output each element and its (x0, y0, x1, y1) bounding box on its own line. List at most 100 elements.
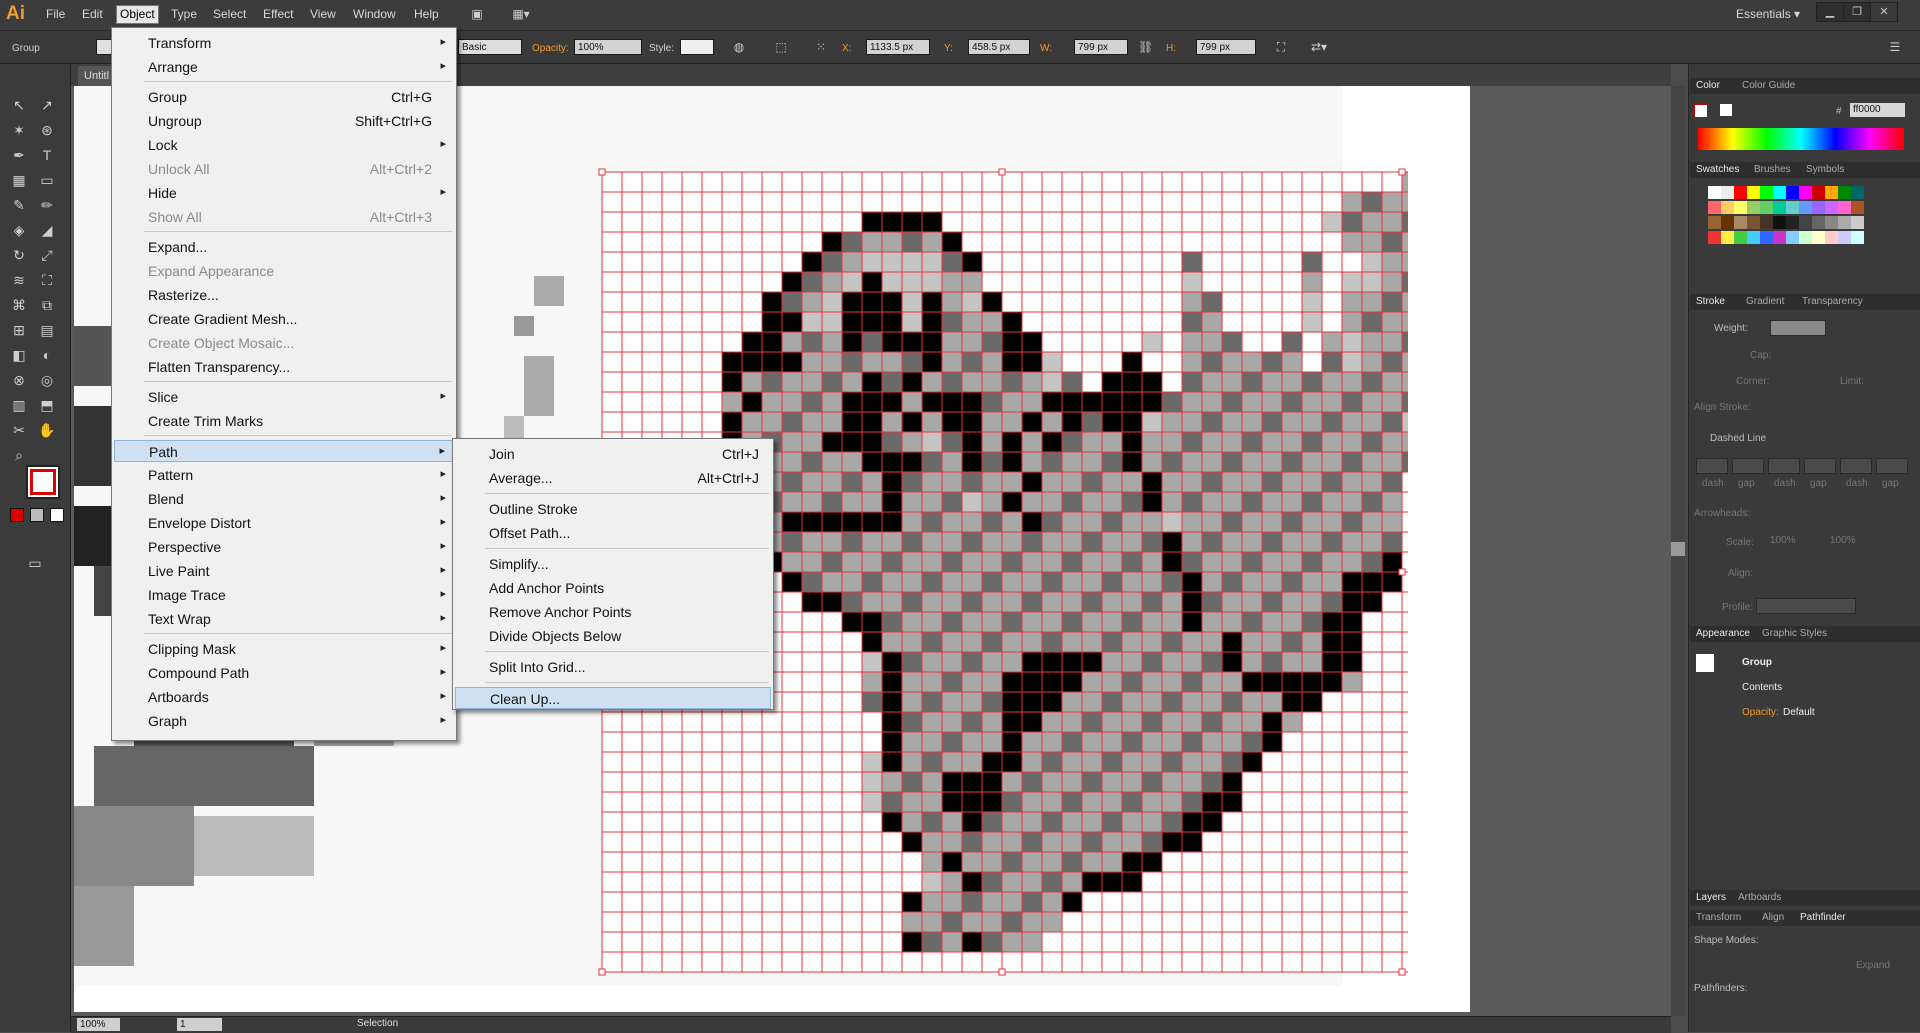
color-swatch[interactable] (1825, 186, 1838, 199)
object-menu-slice[interactable]: Slice ▸ (114, 386, 454, 408)
selection-handle[interactable] (598, 168, 606, 176)
color-swatch[interactable] (1851, 231, 1864, 244)
align-selection-icon[interactable]: ⬚ (774, 40, 788, 54)
artboard-tool-icon[interactable]: ⬒ (36, 394, 58, 416)
width-tool-icon[interactable]: ≋ (8, 269, 30, 291)
object-menu-path[interactable]: Path ▸ (114, 440, 454, 462)
object-menu-clipping-mask[interactable]: Clipping Mask ▸ (114, 638, 454, 660)
path-menu-join[interactable]: Join Ctrl+J (455, 443, 771, 465)
selection-handle[interactable] (1398, 168, 1406, 176)
menu-edit[interactable]: Edit (82, 7, 103, 21)
h-field[interactable]: 799 px (1196, 39, 1256, 55)
eyedropper-icon[interactable]: ◐ (36, 344, 58, 366)
slice-tool-icon[interactable]: ✂ (8, 419, 30, 441)
path-menu-divide-objects-below[interactable]: Divide Objects Below (455, 625, 771, 647)
object-menu-ungroup[interactable]: Ungroup Shift+Ctrl+G (114, 110, 454, 132)
color-swatch[interactable] (1838, 201, 1851, 214)
selection-handle[interactable] (998, 168, 1006, 176)
color-swatch[interactable] (1812, 216, 1825, 229)
symbol-sprayer-icon[interactable]: ◎ (36, 369, 58, 391)
dash-field[interactable] (1840, 458, 1872, 474)
color-swatch[interactable] (1825, 216, 1838, 229)
color-swatch[interactable] (1708, 186, 1721, 199)
live-paint-icon[interactable]: ⧉ (36, 294, 58, 316)
shape-builder-icon[interactable]: ⌘ (8, 294, 30, 316)
screen-mode-icon[interactable]: ▭ (24, 552, 46, 574)
paintbrush-icon[interactable]: ✎ (8, 194, 30, 216)
document-tab[interactable]: Untitl (78, 66, 116, 86)
object-menu-transform[interactable]: Transform ▸ (114, 32, 454, 54)
color-swatch[interactable] (1812, 186, 1825, 199)
blob-brush-icon[interactable]: ◈ (8, 219, 30, 241)
transform-icon[interactable]: ⛶ (1274, 40, 1288, 54)
color-swatch[interactable] (1773, 216, 1786, 229)
mesh-tool-icon[interactable]: ▤ (36, 319, 58, 341)
tab-appearance[interactable]: Appearance (1696, 628, 1750, 639)
object-menu-arrange[interactable]: Arrange ▸ (114, 56, 454, 78)
type-tool-icon[interactable]: T (36, 144, 58, 166)
color-swatch[interactable] (1812, 231, 1825, 244)
white-swatch[interactable] (1720, 104, 1732, 116)
weight-field[interactable] (1770, 320, 1826, 336)
menu-view[interactable]: View (310, 7, 336, 21)
color-swatch[interactable] (1799, 186, 1812, 199)
object-menu-envelope-distort[interactable]: Envelope Distort ▸ (114, 512, 454, 534)
object-menu-compound-path[interactable]: Compound Path ▸ (114, 662, 454, 684)
color-swatch[interactable] (1773, 231, 1786, 244)
opacity-field[interactable]: 100% (574, 39, 642, 55)
menu-effect[interactable]: Effect (263, 7, 293, 21)
scale-tool-icon[interactable]: ⤢ (36, 244, 58, 266)
tab-transform[interactable]: Transform (1696, 912, 1741, 923)
w-field[interactable]: 799 px (1074, 39, 1128, 55)
line-tool-icon[interactable]: ▦ (8, 169, 30, 191)
rotate-tool-icon[interactable]: ↻ (8, 244, 30, 266)
object-menu-image-trace[interactable]: Image Trace ▸ (114, 584, 454, 606)
dash-field[interactable] (1768, 458, 1800, 474)
color-swatch[interactable] (1708, 216, 1721, 229)
color-swatch[interactable] (1838, 186, 1851, 199)
color-swatch[interactable] (1773, 186, 1786, 199)
dash-field[interactable] (1876, 458, 1908, 474)
color-swatch[interactable] (1851, 186, 1864, 199)
selection-handle[interactable] (998, 968, 1006, 976)
scrollbar-thumb[interactable] (1671, 542, 1685, 556)
object-menu-expand[interactable]: Expand... (114, 236, 454, 258)
color-swatch[interactable] (1786, 186, 1799, 199)
color-swatch[interactable] (1760, 216, 1773, 229)
color-swatch[interactable] (1825, 201, 1838, 214)
color-swatch[interactable] (1760, 201, 1773, 214)
object-menu-unlock-all[interactable]: Unlock All Alt+Ctrl+2 (114, 158, 454, 180)
color-swatch[interactable] (1734, 231, 1747, 244)
tab-gradient[interactable]: Gradient (1746, 296, 1784, 307)
tab-layers[interactable]: Layers (1696, 892, 1726, 903)
color-swatch[interactable] (1838, 216, 1851, 229)
object-menu-create-gradient-mesh[interactable]: Create Gradient Mesh... (114, 308, 454, 330)
status-mode[interactable]: Selection (357, 1018, 398, 1029)
path-menu-outline-stroke[interactable]: Outline Stroke (455, 498, 771, 520)
path-menu-offset-path[interactable]: Offset Path... (455, 522, 771, 544)
dash-field[interactable] (1804, 458, 1836, 474)
color-swatch[interactable] (1851, 201, 1864, 214)
color-swatch[interactable] (1721, 216, 1734, 229)
direct-selection-tool-icon[interactable]: ↗ (36, 94, 58, 116)
y-field[interactable]: 458.5 px (968, 39, 1030, 55)
color-swatch[interactable] (1721, 201, 1734, 214)
color-swatch[interactable] (1838, 231, 1851, 244)
menu-select[interactable]: Select (213, 7, 246, 21)
object-menu-graph[interactable]: Graph ▸ (114, 710, 454, 732)
selection-handle[interactable] (1398, 568, 1406, 576)
appearance-opacity-label[interactable]: Opacity: (1742, 707, 1779, 718)
zoom-field[interactable]: 100% (77, 1018, 120, 1031)
path-menu-add-anchor-points[interactable]: Add Anchor Points (455, 577, 771, 599)
arrange-documents-icon[interactable]: ▦▾ (508, 7, 534, 21)
color-swatch[interactable] (1708, 201, 1721, 214)
scale-start-field[interactable]: 100% (1770, 535, 1796, 546)
color-swatch[interactable] (1734, 216, 1747, 229)
tab-color-guide[interactable]: Color Guide (1742, 80, 1795, 91)
expand-button[interactable]: Expand (1856, 960, 1890, 971)
magic-wand-icon[interactable]: ✶ (8, 119, 30, 141)
object-menu-flatten-transparency[interactable]: Flatten Transparency... (114, 356, 454, 378)
tab-align[interactable]: Align (1762, 912, 1784, 923)
blend-tool-icon[interactable]: ⊗ (8, 369, 30, 391)
gradient-mode-icon[interactable] (30, 508, 44, 522)
